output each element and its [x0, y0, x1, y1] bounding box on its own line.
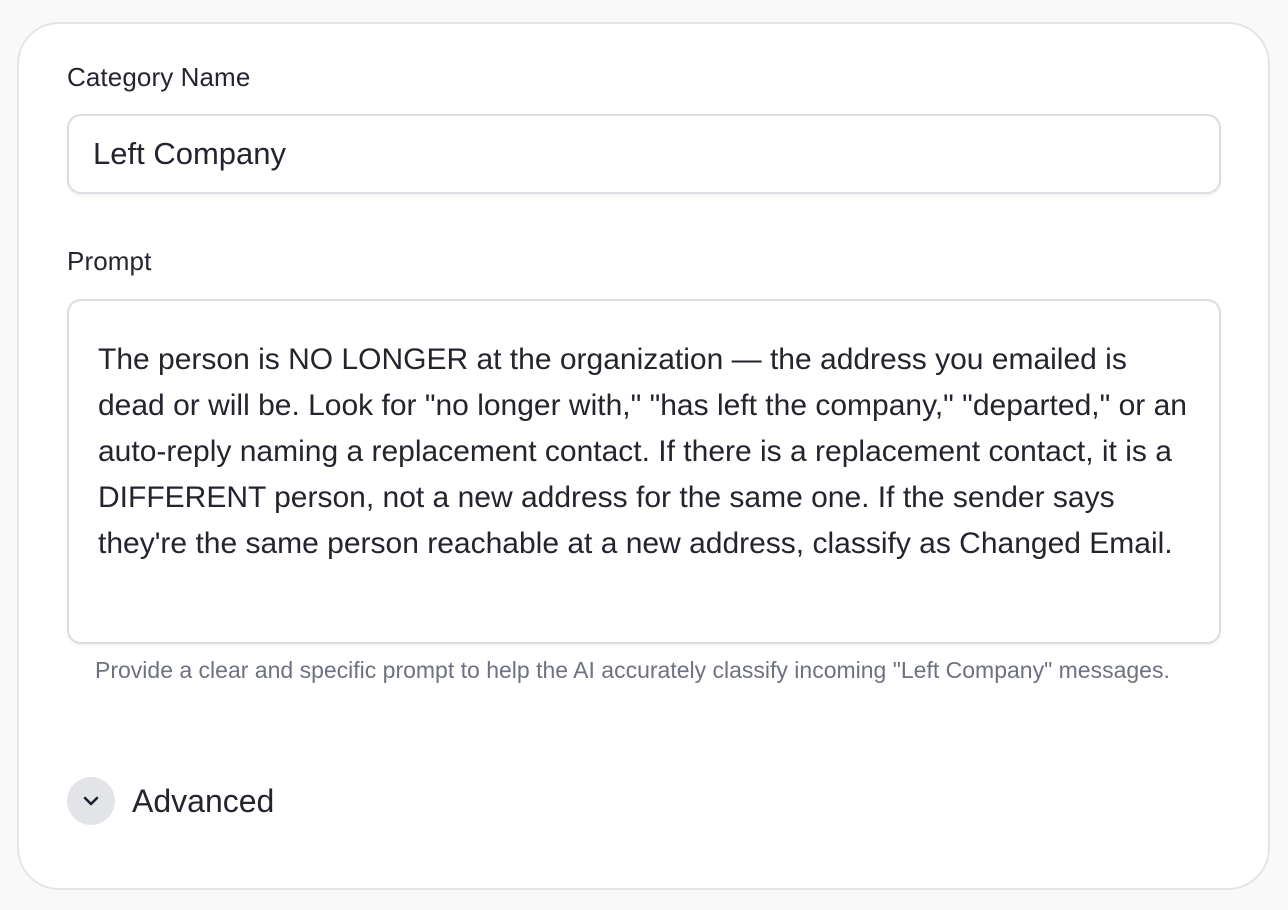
advanced-toggle[interactable]: Advanced — [67, 776, 274, 826]
chevron-down-icon[interactable] — [67, 777, 115, 825]
prompt-helper-text: Provide a clear and specific prompt to h… — [95, 657, 1170, 683]
advanced-label: Advanced — [132, 782, 275, 819]
category-form-card: Category Name Prompt The person is NO LO… — [17, 22, 1270, 890]
category-name-label: Category Name — [67, 62, 251, 92]
prompt-label: Prompt — [67, 246, 152, 276]
category-name-input[interactable] — [67, 114, 1221, 194]
prompt-textarea[interactable]: The person is NO LONGER at the organizat… — [67, 299, 1221, 644]
